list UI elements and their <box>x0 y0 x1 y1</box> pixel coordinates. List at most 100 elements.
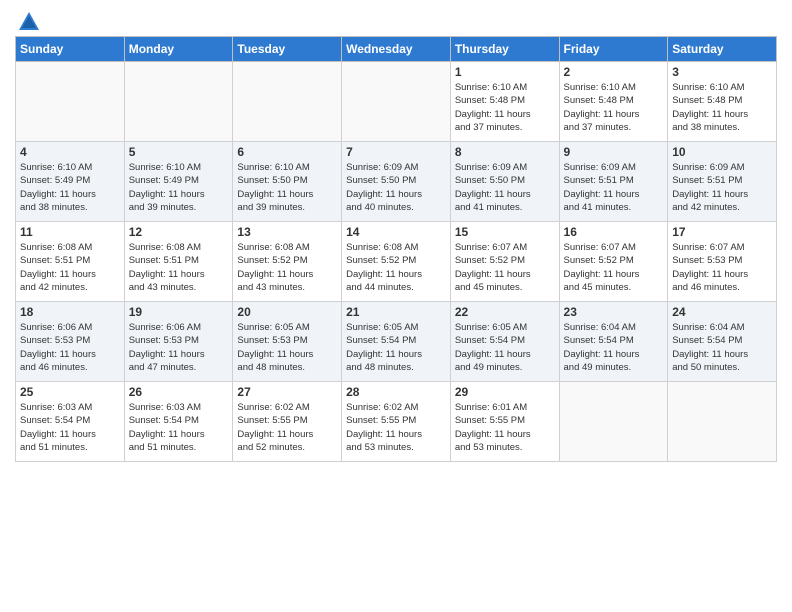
day-info: Sunrise: 6:08 AM Sunset: 5:52 PM Dayligh… <box>237 241 337 294</box>
calendar-day: 24 Sunrise: 6:04 AM Sunset: 5:54 PM Dayli… <box>668 302 777 382</box>
day-info: Sunrise: 6:08 AM Sunset: 5:51 PM Dayligh… <box>129 241 229 294</box>
day-number: 15 <box>455 225 555 239</box>
calendar-day: 6 Sunrise: 6:10 AM Sunset: 5:50 PM Daylig… <box>233 142 342 222</box>
day-number: 6 <box>237 145 337 159</box>
day-info: Sunrise: 6:09 AM Sunset: 5:50 PM Dayligh… <box>455 161 555 214</box>
day-info: Sunrise: 6:10 AM Sunset: 5:48 PM Dayligh… <box>564 81 664 134</box>
calendar-day: 28 Sunrise: 6:02 AM Sunset: 5:55 PM Dayli… <box>342 382 451 462</box>
calendar-day: 18Sunrise: 6:06 AM Sunset: 5:53 PM Dayli… <box>16 302 125 382</box>
day-number: 10 <box>672 145 772 159</box>
calendar-day: 25Sunrise: 6:03 AM Sunset: 5:54 PM Dayli… <box>16 382 125 462</box>
calendar-week-5: 25Sunrise: 6:03 AM Sunset: 5:54 PM Dayli… <box>16 382 777 462</box>
calendar-header-monday: Monday <box>124 37 233 62</box>
calendar-day: 29Sunrise: 6:01 AM Sunset: 5:55 PM Dayli… <box>450 382 559 462</box>
day-number: 5 <box>129 145 229 159</box>
calendar-day: 11 Sunrise: 6:08 AM Sunset: 5:51 PM Dayli… <box>16 222 125 302</box>
calendar-day: 26 Sunrise: 6:03 AM Sunset: 5:54 PM Dayli… <box>124 382 233 462</box>
calendar-week-4: 18 Sunrise: 6:06 AM Sunset: 5:53 PM Dayli… <box>16 302 777 382</box>
day-info: Sunrise: 6:03 AM Sunset: 5:54 PM Dayligh… <box>129 401 229 454</box>
calendar-week-3: 11 Sunrise: 6:08 AM Sunset: 5:51 PM Dayli… <box>16 222 777 302</box>
day-info: Sunrise: 6:10 AM Sunset: 5:48 PM Dayligh… <box>455 81 555 134</box>
day-number: 29 <box>455 385 555 399</box>
calendar-day <box>559 382 668 462</box>
day-number: 7 <box>346 145 446 159</box>
calendar-day: 7Sunrise: 6:09 AM Sunset: 5:50 PM Daylig… <box>342 142 451 222</box>
calendar-header-row: SundayMondayTuesdayWednesdayThursdayFrid… <box>16 37 777 62</box>
calendar-table: SundayMondayTuesdayWednesdayThursdayFrid… <box>15 36 777 462</box>
day-info: Sunrise: 6:08 AM Sunset: 5:51 PM Dayligh… <box>20 241 120 294</box>
day-info: Sunrise: 6:06 AM Sunset: 5:53 PM Dayligh… <box>129 321 229 374</box>
day-info: Sunrise: 6:07 AM Sunset: 5:52 PM Dayligh… <box>564 241 664 294</box>
day-number: 16 <box>564 225 664 239</box>
day-info: Sunrise: 6:04 AM Sunset: 5:54 PM Dayligh… <box>672 321 772 374</box>
calendar-day: 1 Sunrise: 6:10 AM Sunset: 5:48 PM Daylig… <box>450 62 559 142</box>
day-number: 20 <box>237 305 337 319</box>
calendar-day <box>342 62 451 142</box>
day-info: Sunrise: 6:05 AM Sunset: 5:54 PM Dayligh… <box>455 321 555 374</box>
calendar-day: 17 Sunrise: 6:07 AM Sunset: 5:53 PM Dayli… <box>668 222 777 302</box>
day-number: 24 <box>672 305 772 319</box>
calendar-week-2: 4 Sunrise: 6:10 AM Sunset: 5:49 PM Daylig… <box>16 142 777 222</box>
calendar-day: 3 Sunrise: 6:10 AM Sunset: 5:48 PM Daylig… <box>668 62 777 142</box>
day-info: Sunrise: 6:03 AM Sunset: 5:54 PM Dayligh… <box>20 401 120 454</box>
day-info: Sunrise: 6:05 AM Sunset: 5:54 PM Dayligh… <box>346 321 446 374</box>
day-number: 1 <box>455 65 555 79</box>
calendar-day: 14 Sunrise: 6:08 AM Sunset: 5:52 PM Dayli… <box>342 222 451 302</box>
logo-icon <box>17 10 41 34</box>
calendar-header-sunday: Sunday <box>16 37 125 62</box>
day-number: 28 <box>346 385 446 399</box>
calendar-day: 8 Sunrise: 6:09 AM Sunset: 5:50 PM Daylig… <box>450 142 559 222</box>
logo <box>15 10 43 30</box>
calendar-day: 20 Sunrise: 6:05 AM Sunset: 5:53 PM Dayli… <box>233 302 342 382</box>
day-number: 8 <box>455 145 555 159</box>
day-number: 13 <box>237 225 337 239</box>
day-number: 27 <box>237 385 337 399</box>
day-info: Sunrise: 6:10 AM Sunset: 5:48 PM Dayligh… <box>672 81 772 134</box>
calendar-day: 21 Sunrise: 6:05 AM Sunset: 5:54 PM Dayli… <box>342 302 451 382</box>
calendar-day: 5Sunrise: 6:10 AM Sunset: 5:49 PM Daylig… <box>124 142 233 222</box>
calendar-header-friday: Friday <box>559 37 668 62</box>
day-info: Sunrise: 6:08 AM Sunset: 5:52 PM Dayligh… <box>346 241 446 294</box>
day-number: 19 <box>129 305 229 319</box>
calendar-week-1: 1 Sunrise: 6:10 AM Sunset: 5:48 PM Daylig… <box>16 62 777 142</box>
calendar-header-tuesday: Tuesday <box>233 37 342 62</box>
day-info: Sunrise: 6:05 AM Sunset: 5:53 PM Dayligh… <box>237 321 337 374</box>
day-number: 14 <box>346 225 446 239</box>
calendar-day: 12 Sunrise: 6:08 AM Sunset: 5:51 PM Dayli… <box>124 222 233 302</box>
day-number: 18 <box>20 305 120 319</box>
page-header <box>15 10 777 30</box>
calendar-header-wednesday: Wednesday <box>342 37 451 62</box>
calendar-day: 10 Sunrise: 6:09 AM Sunset: 5:51 PM Dayli… <box>668 142 777 222</box>
day-number: 4 <box>20 145 120 159</box>
day-info: Sunrise: 6:07 AM Sunset: 5:52 PM Dayligh… <box>455 241 555 294</box>
calendar-day: 23 Sunrise: 6:04 AM Sunset: 5:54 PM Dayli… <box>559 302 668 382</box>
day-info: Sunrise: 6:10 AM Sunset: 5:49 PM Dayligh… <box>20 161 120 214</box>
calendar-day: 16 Sunrise: 6:07 AM Sunset: 5:52 PM Dayli… <box>559 222 668 302</box>
calendar-day <box>124 62 233 142</box>
day-number: 3 <box>672 65 772 79</box>
calendar-day <box>233 62 342 142</box>
day-info: Sunrise: 6:07 AM Sunset: 5:53 PM Dayligh… <box>672 241 772 294</box>
day-info: Sunrise: 6:09 AM Sunset: 5:51 PM Dayligh… <box>672 161 772 214</box>
calendar-day: 27 Sunrise: 6:02 AM Sunset: 5:55 PM Dayli… <box>233 382 342 462</box>
day-number: 26 <box>129 385 229 399</box>
day-info: Sunrise: 6:10 AM Sunset: 5:50 PM Dayligh… <box>237 161 337 214</box>
day-number: 21 <box>346 305 446 319</box>
calendar-day: 9 Sunrise: 6:09 AM Sunset: 5:51 PM Daylig… <box>559 142 668 222</box>
calendar-day: 13 Sunrise: 6:08 AM Sunset: 5:52 PM Dayli… <box>233 222 342 302</box>
day-info: Sunrise: 6:02 AM Sunset: 5:55 PM Dayligh… <box>346 401 446 454</box>
calendar-day: 15 Sunrise: 6:07 AM Sunset: 5:52 PM Dayli… <box>450 222 559 302</box>
day-number: 11 <box>20 225 120 239</box>
day-info: Sunrise: 6:09 AM Sunset: 5:51 PM Dayligh… <box>564 161 664 214</box>
day-number: 2 <box>564 65 664 79</box>
day-info: Sunrise: 6:04 AM Sunset: 5:54 PM Dayligh… <box>564 321 664 374</box>
calendar-day: 2 Sunrise: 6:10 AM Sunset: 5:48 PM Daylig… <box>559 62 668 142</box>
day-number: 12 <box>129 225 229 239</box>
calendar-day: 19 Sunrise: 6:06 AM Sunset: 5:53 PM Dayli… <box>124 302 233 382</box>
day-number: 9 <box>564 145 664 159</box>
calendar-header-thursday: Thursday <box>450 37 559 62</box>
day-number: 23 <box>564 305 664 319</box>
day-info: Sunrise: 6:02 AM Sunset: 5:55 PM Dayligh… <box>237 401 337 454</box>
day-number: 17 <box>672 225 772 239</box>
calendar-header-saturday: Saturday <box>668 37 777 62</box>
